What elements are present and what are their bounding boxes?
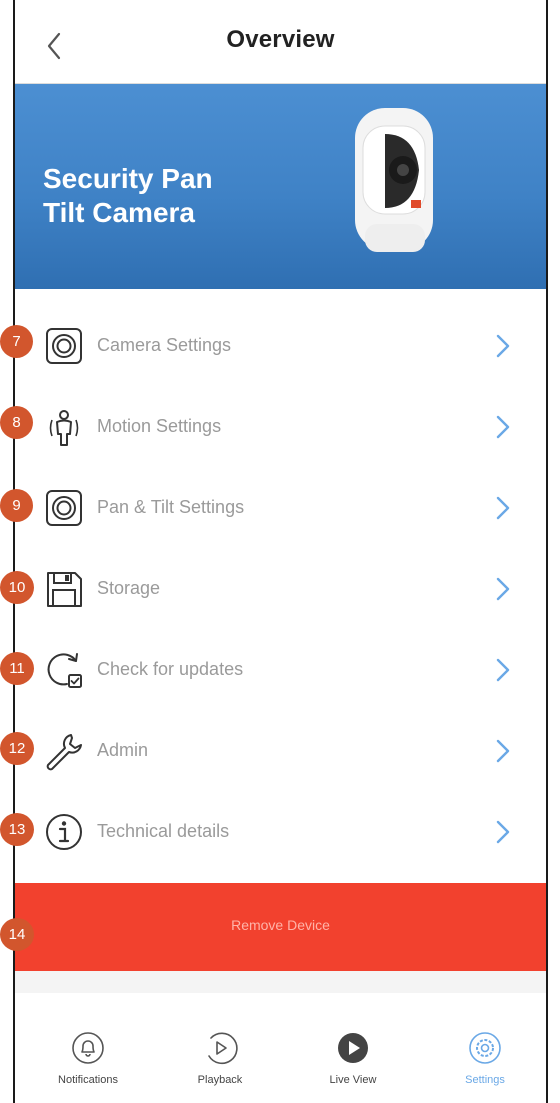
camera-lens-icon bbox=[46, 490, 82, 526]
bell-icon bbox=[72, 1032, 104, 1064]
callout-badge: 13 bbox=[0, 813, 34, 846]
tabbar-divider bbox=[15, 971, 546, 993]
callout-badge: 14 bbox=[0, 918, 34, 951]
play-circle-icon bbox=[338, 1033, 368, 1063]
tab-playback[interactable]: Playback bbox=[160, 1030, 280, 1100]
chevron-right-icon bbox=[496, 496, 510, 520]
playback-icon bbox=[208, 1032, 238, 1065]
callout-badge: 10 bbox=[0, 571, 34, 604]
chevron-right-icon bbox=[496, 739, 510, 763]
callout-badge: 7 bbox=[0, 325, 33, 358]
chevron-right-icon bbox=[496, 334, 510, 358]
menu-item-motion-settings[interactable]: Motion Settings bbox=[15, 386, 546, 467]
tab-label: Notifications bbox=[58, 1074, 118, 1086]
menu-item-label: Storage bbox=[97, 578, 161, 598]
top-bar: Overview bbox=[15, 0, 546, 84]
bottom-tab-bar: Notifications Playback Live View Setting… bbox=[15, 1018, 546, 1103]
settings-gear-icon bbox=[469, 1032, 501, 1064]
tab-label: Settings bbox=[465, 1074, 505, 1086]
remove-device-button[interactable]: Remove Device bbox=[15, 883, 546, 971]
remove-device-label: Remove Device bbox=[231, 917, 330, 933]
menu-item-label: Admin bbox=[97, 740, 149, 760]
device-name: Security Pan Tilt Camera bbox=[43, 162, 213, 230]
device-name-line1: Security Pan bbox=[43, 163, 213, 194]
update-refresh-icon bbox=[47, 653, 82, 688]
app-screen: Overview Security Pan Tilt Camera Camera… bbox=[13, 0, 548, 1103]
menu-item-label: Technical details bbox=[97, 821, 230, 841]
chevron-right-icon bbox=[496, 820, 510, 844]
menu-item-technical-details[interactable]: Technical details bbox=[15, 791, 546, 872]
callout-badge: 12 bbox=[0, 732, 34, 765]
floppy-disk-icon bbox=[47, 572, 82, 607]
chevron-right-icon bbox=[496, 658, 510, 682]
menu-item-admin[interactable]: Admin bbox=[15, 710, 546, 791]
tab-live-view[interactable]: Live View bbox=[293, 1030, 413, 1100]
menu-item-check-updates[interactable]: Check for updates bbox=[15, 629, 546, 710]
tab-label: Live View bbox=[329, 1074, 377, 1086]
chevron-right-icon bbox=[496, 415, 510, 439]
menu-item-label: Motion Settings bbox=[97, 416, 222, 436]
tab-notifications[interactable]: Notifications bbox=[28, 1030, 148, 1100]
camera-lens-icon bbox=[46, 328, 82, 364]
settings-menu: Camera Settings Motion Settings Pan & Ti… bbox=[15, 305, 546, 872]
device-banner: Security Pan Tilt Camera bbox=[15, 84, 546, 289]
tab-settings[interactable]: Settings bbox=[425, 1030, 545, 1100]
page-title: Overview bbox=[226, 26, 335, 53]
chevron-right-icon bbox=[496, 577, 510, 601]
wrench-icon bbox=[46, 734, 82, 771]
callout-badge: 11 bbox=[0, 652, 34, 685]
menu-item-camera-settings[interactable]: Camera Settings bbox=[15, 305, 546, 386]
menu-item-label: Check for updates bbox=[97, 659, 244, 679]
info-icon bbox=[46, 814, 82, 850]
menu-item-label: Camera Settings bbox=[97, 335, 232, 355]
camera-device-image bbox=[355, 108, 433, 252]
tab-label: Playback bbox=[197, 1074, 243, 1086]
menu-item-label: Pan & Tilt Settings bbox=[97, 497, 245, 517]
menu-item-pan-tilt-settings[interactable]: Pan & Tilt Settings bbox=[15, 467, 546, 548]
motion-person-icon bbox=[49, 410, 79, 446]
menu-item-storage[interactable]: Storage bbox=[15, 548, 546, 629]
device-name-line2: Tilt Camera bbox=[43, 197, 195, 228]
callout-badge: 8 bbox=[0, 406, 33, 439]
callout-badge: 9 bbox=[0, 489, 33, 522]
